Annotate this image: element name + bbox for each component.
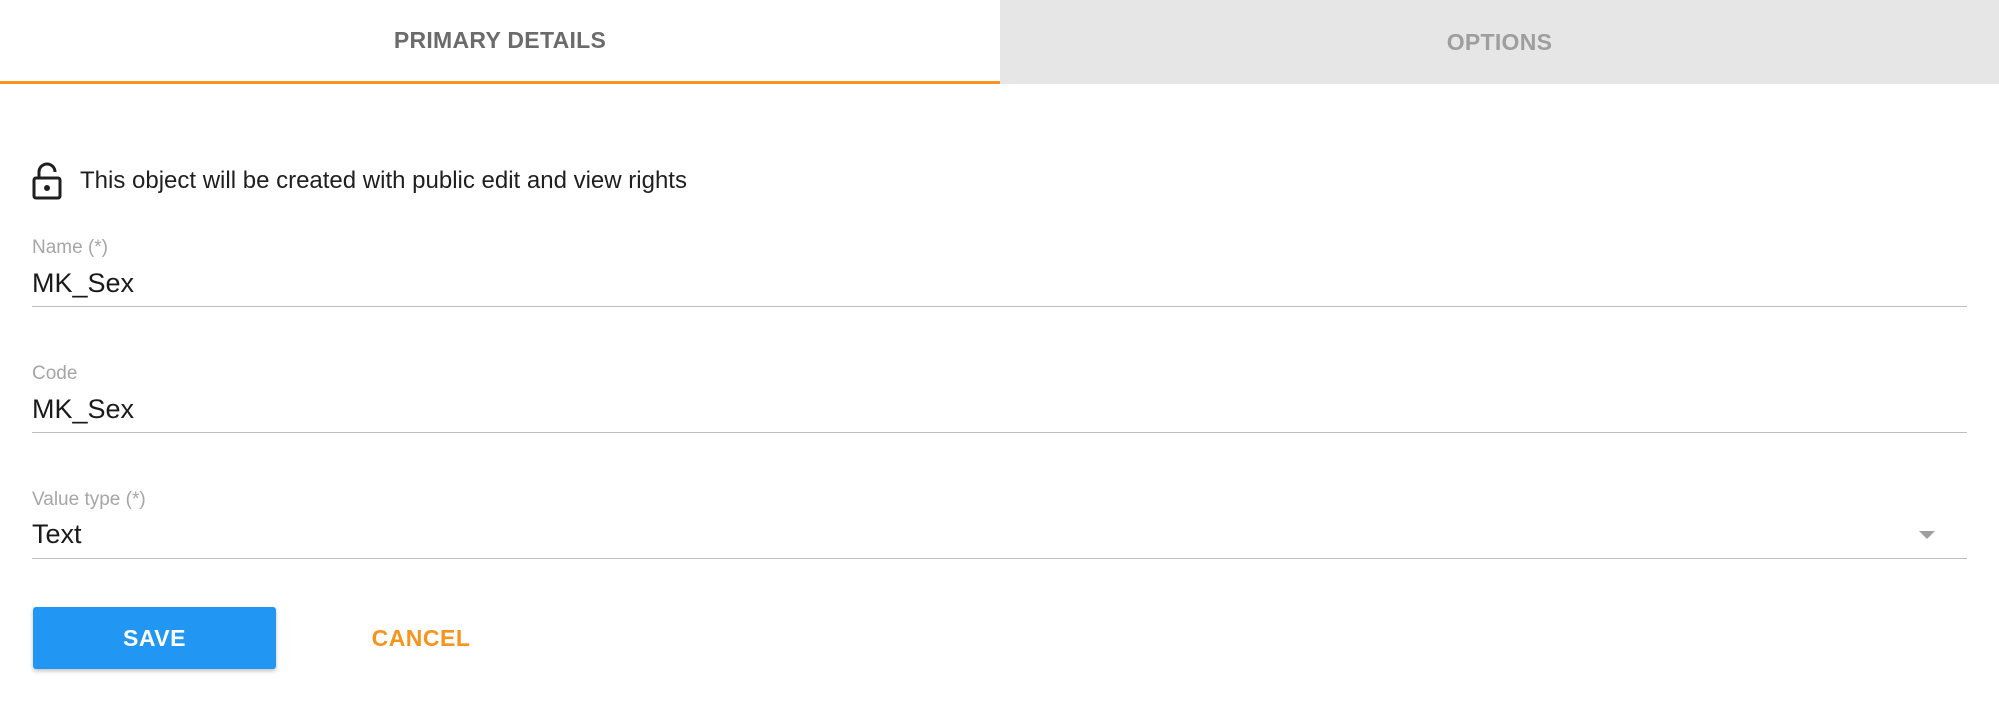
save-button[interactable]: SAVE <box>33 607 276 669</box>
code-label: Code <box>32 363 78 384</box>
dropdown-arrow-icon[interactable] <box>1919 531 1935 539</box>
tab-primary-details-label: PRIMARY DETAILS <box>393 27 607 53</box>
tab-options-label: OPTIONS <box>1446 28 1553 55</box>
name-field: Name (*) <box>32 235 1967 307</box>
tab-bar: PRIMARY DETAILS OPTIONS <box>0 0 1999 84</box>
value-type-selected: Text <box>32 519 82 549</box>
name-label: Name (*) <box>32 237 109 258</box>
lock-open-icon <box>32 162 62 200</box>
tab-primary-details[interactable]: PRIMARY DETAILS <box>0 0 1000 84</box>
cancel-button[interactable]: CANCEL <box>340 607 502 669</box>
sharing-rights-text: This object will be created with public … <box>80 167 687 194</box>
tab-options[interactable]: OPTIONS <box>1000 0 1999 84</box>
code-input[interactable] <box>32 387 1967 433</box>
value-type-select[interactable]: Text <box>32 513 1967 559</box>
value-type-label: Value type (*) <box>32 489 146 510</box>
sharing-rights-notice: This object will be created with public … <box>32 156 687 206</box>
value-type-field: Value type (*) Text <box>32 487 1967 559</box>
code-field: Code <box>32 361 1967 433</box>
name-input[interactable] <box>32 261 1967 307</box>
